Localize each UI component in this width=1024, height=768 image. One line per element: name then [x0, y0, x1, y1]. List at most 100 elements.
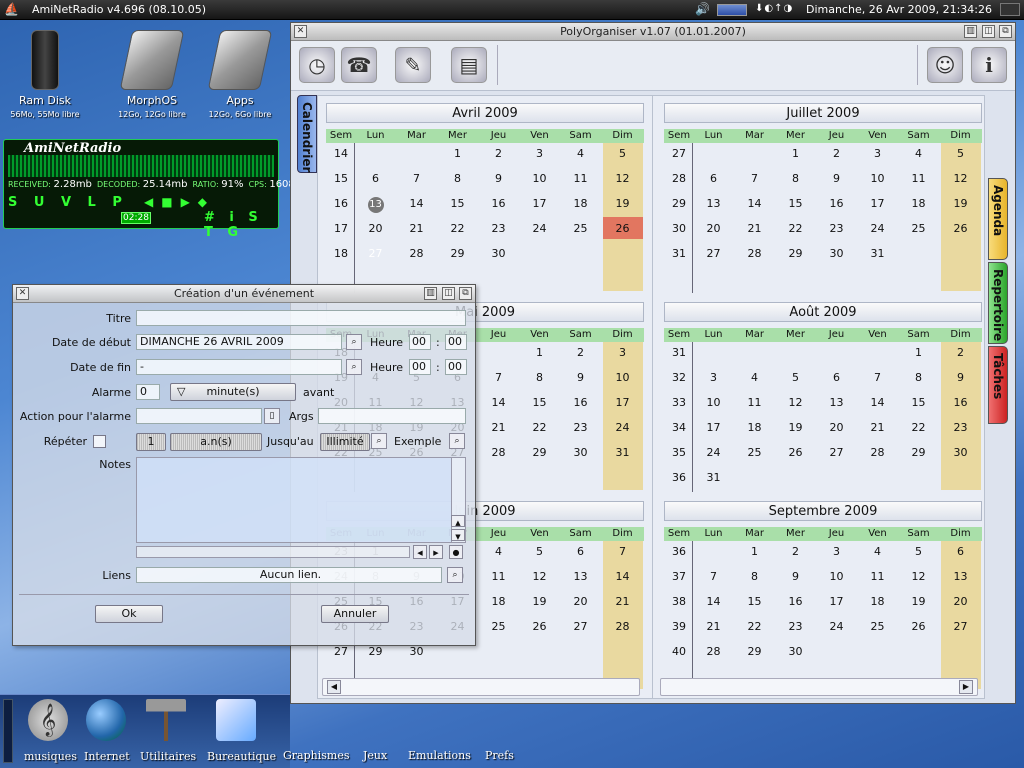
day-cell[interactable]: 17: [602, 396, 643, 409]
day-cell[interactable]: 5: [775, 371, 816, 384]
zoom-icon[interactable]: ◫: [982, 25, 995, 38]
day-cell[interactable]: 9: [560, 371, 601, 384]
args-input[interactable]: [318, 408, 466, 424]
music-note-icon[interactable]: 𝄞: [28, 699, 68, 741]
day-cell[interactable]: 9: [775, 570, 816, 583]
day-cell[interactable]: 17: [857, 197, 898, 210]
day-cell[interactable]: 24: [693, 446, 734, 459]
day-cell[interactable]: 12: [519, 570, 560, 583]
notes-hscrollbar[interactable]: [136, 546, 410, 558]
day-cell[interactable]: 27: [816, 446, 857, 459]
day-cell[interactable]: 5: [519, 545, 560, 558]
selected-day[interactable]: 13: [367, 197, 384, 213]
day-cell[interactable]: 9: [940, 371, 981, 384]
day-cell[interactable]: 5: [940, 147, 981, 160]
day-cell[interactable]: 13: [355, 197, 396, 213]
desktop-icon-morphos[interactable]: MorphOS 12Go, 12Go libre: [112, 30, 192, 119]
day-cell[interactable]: 6: [560, 545, 601, 558]
day-cell[interactable]: 27: [940, 620, 981, 633]
calendar-scrollbar[interactable]: ◀: [322, 678, 640, 696]
day-cell[interactable]: 3: [857, 147, 898, 160]
scroll-left-icon[interactable]: ◀: [413, 545, 427, 559]
day-cell[interactable]: 14: [857, 396, 898, 409]
day-cell[interactable]: 22: [519, 421, 560, 434]
day-cell[interactable]: 3: [602, 346, 643, 359]
telephone-icon[interactable]: ☎: [341, 47, 377, 83]
iconify-icon[interactable]: ▥: [424, 287, 437, 300]
day-cell[interactable]: 8: [519, 371, 560, 384]
repeter-unit-select[interactable]: a.n(s): [170, 433, 262, 451]
notepad-icon[interactable]: ▤: [451, 47, 487, 83]
day-cell[interactable]: 9: [816, 172, 857, 185]
day-cell[interactable]: 31: [693, 471, 734, 484]
day-cell[interactable]: 10: [519, 172, 560, 185]
day-cell[interactable]: 23: [816, 222, 857, 235]
day-cell[interactable]: 5: [602, 147, 643, 160]
day-cell[interactable]: 13: [560, 570, 601, 583]
day-cell[interactable]: 10: [857, 172, 898, 185]
speaker-icon[interactable]: 🔊: [695, 2, 710, 16]
day-cell[interactable]: 11: [898, 172, 939, 185]
day-cell[interactable]: 29: [519, 446, 560, 459]
day-cell[interactable]: 28: [396, 247, 437, 260]
day-cell[interactable]: 22: [437, 222, 478, 235]
day-cell[interactable]: 14: [734, 197, 775, 210]
radio-controls[interactable]: S U V L P: [8, 195, 128, 210]
day-cell[interactable]: 24: [857, 222, 898, 235]
day-cell[interactable]: 28: [734, 247, 775, 260]
day-cell[interactable]: 14: [478, 396, 519, 409]
dock-item-internet[interactable]: Internet: [84, 750, 130, 763]
day-cell[interactable]: 1: [734, 545, 775, 558]
ok-button[interactable]: Ok: [95, 605, 163, 623]
close-icon[interactable]: ✕: [294, 25, 307, 38]
alarme-input[interactable]: 0: [136, 384, 160, 400]
day-cell[interactable]: 21: [478, 421, 519, 434]
day-cell[interactable]: 19: [898, 595, 939, 608]
day-cell[interactable]: 20: [693, 222, 734, 235]
day-cell[interactable]: 26: [940, 222, 981, 235]
day-cell[interactable]: 30: [816, 247, 857, 260]
resize-icon[interactable]: ●: [449, 545, 463, 559]
scroll-down-icon[interactable]: ▼: [451, 529, 465, 541]
day-cell[interactable]: 25: [478, 620, 519, 633]
day-cell[interactable]: 19: [519, 595, 560, 608]
day-cell[interactable]: 13: [940, 570, 981, 583]
day-cell[interactable]: 14: [693, 595, 734, 608]
day-cell[interactable]: 19: [602, 197, 643, 210]
day-cell[interactable]: 12: [940, 172, 981, 185]
day-cell[interactable]: 1: [775, 147, 816, 160]
day-cell[interactable]: 8: [898, 371, 939, 384]
day-cell[interactable]: 21: [396, 222, 437, 235]
liens-search-icon[interactable]: ⌕: [447, 567, 463, 583]
day-cell[interactable]: 12: [602, 172, 643, 185]
heure-debut-hour[interactable]: 00: [409, 334, 431, 350]
day-cell[interactable]: 25: [560, 222, 601, 235]
tab-calendrier[interactable]: Calendrier: [297, 95, 317, 173]
system-logo-icon[interactable]: ⛵: [4, 2, 26, 17]
date-picker-icon[interactable]: ⌕: [346, 359, 362, 375]
transport-icons[interactable]: ◀■▶◆: [144, 195, 215, 209]
desktop-icon-apps[interactable]: Apps 12Go, 6Go libre: [200, 30, 280, 119]
day-cell[interactable]: 11: [560, 172, 601, 185]
day-cell[interactable]: 7: [734, 172, 775, 185]
day-cell[interactable]: 3: [519, 147, 560, 160]
day-cell[interactable]: 19: [940, 197, 981, 210]
day-cell[interactable]: 15: [519, 396, 560, 409]
day-cell[interactable]: 6: [940, 545, 981, 558]
day-cell[interactable]: 11: [478, 570, 519, 583]
day-cell[interactable]: 18: [560, 197, 601, 210]
day-cell[interactable]: 28: [602, 620, 643, 633]
zoom-icon[interactable]: ◫: [442, 287, 455, 300]
day-cell[interactable]: 25: [857, 620, 898, 633]
pen-icon[interactable]: ✎: [395, 47, 431, 83]
day-cell[interactable]: 27: [355, 247, 396, 260]
day-cell[interactable]: 18: [478, 595, 519, 608]
day-cell[interactable]: 21: [734, 222, 775, 235]
tab-agenda[interactable]: Agenda: [988, 178, 1008, 260]
dock-item-musiques[interactable]: musiques: [24, 750, 77, 763]
close-icon[interactable]: ✕: [16, 287, 29, 300]
day-cell[interactable]: 24: [519, 222, 560, 235]
day-cell[interactable]: 12: [898, 570, 939, 583]
day-cell[interactable]: 9: [478, 172, 519, 185]
day-cell[interactable]: 30: [775, 645, 816, 658]
